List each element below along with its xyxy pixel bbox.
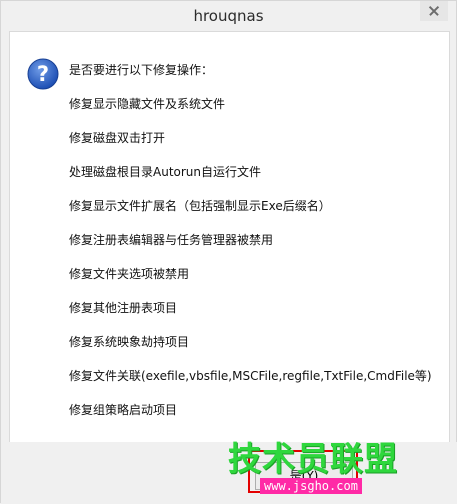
svg-text:?: ? xyxy=(37,62,49,86)
dialog-window: hrouqnas ? 是否要进行以下修复操作： 修复显示隐藏文件及系统文件 修复… xyxy=(0,0,457,504)
list-item: 处理磁盘根目录Autorun自运行文件 xyxy=(69,165,262,179)
close-button[interactable] xyxy=(420,1,448,21)
window-title: hrouqnas xyxy=(193,7,264,25)
list-item: 修复系统映象劫持项目 xyxy=(69,335,190,349)
list-item: 修复其他注册表项目 xyxy=(69,301,178,315)
list-item: 修复显示文件扩展名（包括强制显示Exe后缀名） xyxy=(69,199,331,213)
watermark-text: 技术员联盟 xyxy=(228,439,398,478)
title-bar[interactable]: hrouqnas xyxy=(1,1,456,31)
list-item: 修复文件关联(exefile,vbsfile,MSCFile,regfile,T… xyxy=(69,369,432,383)
watermark-url: www.jsgho.com xyxy=(260,478,362,494)
list-item: 修复文件夹选项被禁用 xyxy=(69,267,190,281)
watermark: 技术员联盟 www.jsgho.com xyxy=(228,432,428,498)
message-area: ? 是否要进行以下修复操作： 修复显示隐藏文件及系统文件 修复磁盘双击打开 处理… xyxy=(9,31,450,444)
list-item: 修复注册表编辑器与任务管理器被禁用 xyxy=(69,233,274,247)
message-header: 是否要进行以下修复操作： xyxy=(69,63,214,77)
question-icon: ? xyxy=(27,58,59,90)
list-item: 修复显示隐藏文件及系统文件 xyxy=(69,97,226,111)
list-item: 修复磁盘双击打开 xyxy=(69,131,166,145)
list-item: 修复组策略启动项目 xyxy=(69,403,178,417)
